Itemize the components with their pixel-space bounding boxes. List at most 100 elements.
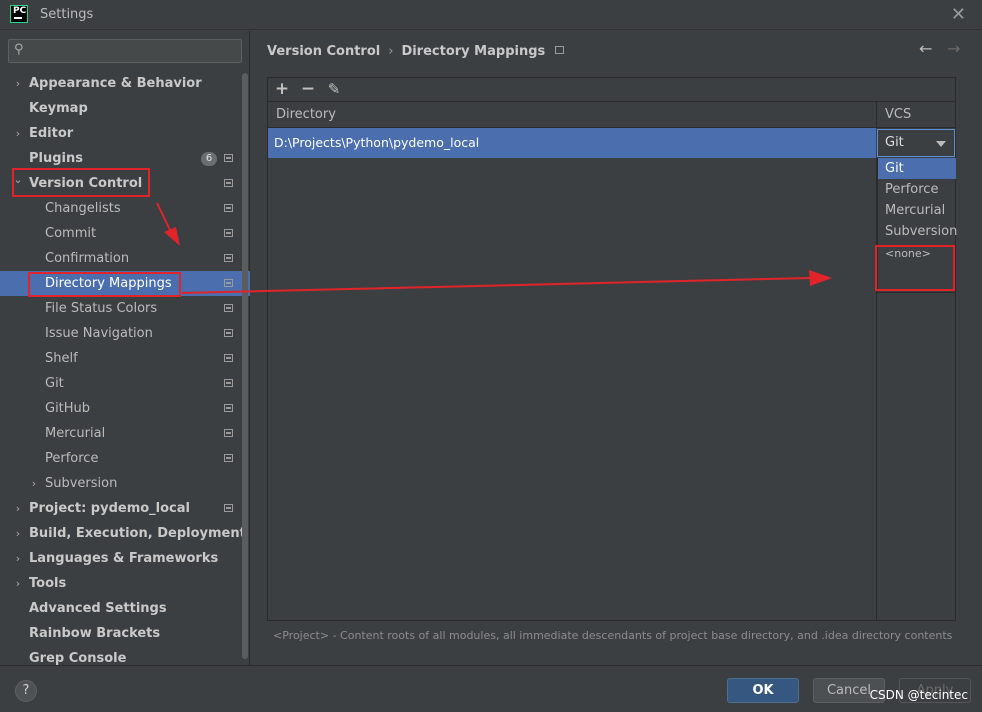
project-level-icon: [224, 404, 233, 412]
sidebar-item-build-execution-deployment[interactable]: › Build, Execution, Deployment: [0, 521, 246, 546]
sidebar-item-commit[interactable]: Commit: [0, 221, 240, 246]
chevron-down-icon[interactable]: [936, 141, 946, 147]
breadcrumb: Version Control › Directory Mappings: [267, 44, 565, 59]
search-box[interactable]: ⚲: [8, 39, 242, 63]
edit-mapping-button[interactable]: ✎: [324, 79, 344, 99]
sidebar-item-editor[interactable]: › Editor: [0, 121, 240, 146]
breadcrumb-separator: ›: [388, 44, 394, 59]
settings-window: PC Settings ✕ ⚲ › Appearance & Behavior Ke…: [0, 0, 982, 712]
table-header: Directory VCS: [268, 102, 955, 128]
main-panel: Version Control › Directory Mappings ← → +…: [251, 31, 982, 665]
watermark-text: CSDN @tecintec: [869, 688, 968, 702]
chevron-down-icon[interactable]: ⌄: [12, 167, 24, 192]
sidebar-item-label: GitHub: [45, 401, 91, 416]
project-level-icon: [224, 254, 233, 262]
chevron-right-icon[interactable]: ›: [12, 71, 24, 96]
hint-text: <Project> - Content roots of all modules…: [273, 629, 953, 642]
sidebar-item-appearance-behavior[interactable]: › Appearance & Behavior: [0, 71, 240, 96]
sidebar-item-issue-navigation[interactable]: Issue Navigation: [0, 321, 240, 346]
chevron-right-icon[interactable]: ›: [12, 546, 24, 571]
chevron-right-icon[interactable]: ›: [12, 121, 24, 146]
chevron-right-icon[interactable]: ›: [12, 521, 24, 546]
sidebar-item-label: Tools: [29, 576, 67, 591]
sidebar-item-directory-mappings[interactable]: Directory Mappings: [0, 271, 250, 296]
search-icon: ⚲: [14, 42, 24, 57]
forward-arrow-icon[interactable]: →: [947, 39, 960, 58]
remove-mapping-button[interactable]: −: [298, 79, 318, 99]
sidebar-item-label: Build, Execution, Deployment: [29, 526, 246, 541]
sidebar-item-label: Rainbow Brackets: [29, 626, 161, 641]
sidebar-item-label: File Status Colors: [45, 301, 158, 316]
sidebar-item-keymap[interactable]: Keymap: [0, 96, 240, 121]
sidebar-item-changelists[interactable]: Changelists: [0, 196, 240, 221]
sidebar-item-mercurial[interactable]: Mercurial: [0, 421, 240, 446]
sidebar-item-git[interactable]: Git: [0, 371, 240, 396]
sidebar-item-label: Version Control: [29, 176, 143, 191]
sidebar-item-advanced-settings[interactable]: Advanced Settings: [0, 596, 240, 621]
sidebar-item-confirmation[interactable]: Confirmation: [0, 246, 240, 271]
add-mapping-button[interactable]: +: [272, 79, 292, 99]
project-level-icon: [224, 429, 233, 437]
vcs-selected-value: Git: [885, 135, 904, 150]
vcs-option-perforce[interactable]: Perforce: [878, 179, 956, 200]
sidebar-item-label: Keymap: [29, 101, 88, 116]
mappings-toolbar: + − ✎: [268, 78, 955, 102]
sidebar-item-rainbow-brackets[interactable]: Rainbow Brackets: [0, 621, 240, 646]
title-bar: PC Settings ✕: [0, 0, 982, 30]
sidebar-item-label: Subversion: [45, 476, 118, 491]
chevron-right-icon[interactable]: ›: [12, 496, 24, 521]
sidebar-item-label: Issue Navigation: [45, 326, 153, 341]
vcs-option-mercurial[interactable]: Mercurial: [878, 200, 956, 221]
sidebar-item-subversion[interactable]: › Subversion: [0, 471, 240, 496]
sidebar-item-label: Confirmation: [45, 251, 130, 266]
sidebar-item-label: Commit: [45, 226, 97, 241]
search-input[interactable]: [33, 42, 233, 60]
sidebar-item-file-status-colors[interactable]: File Status Colors: [0, 296, 240, 321]
breadcrumb-current: Directory Mappings: [401, 44, 546, 59]
sidebar-item-project-pydemo-local[interactable]: › Project: pydemo_local: [0, 496, 240, 521]
close-icon[interactable]: ✕: [951, 4, 966, 25]
sidebar-item-label: Project: pydemo_local: [29, 501, 190, 516]
settings-sidebar: ⚲ › Appearance & Behavior Keymap › Editor Plu…: [0, 31, 250, 666]
sidebar-item-plugins[interactable]: Plugins 6: [0, 146, 240, 171]
project-level-icon: [224, 329, 233, 337]
table-row[interactable]: D:\Projects\Python\pydemo_local: [268, 128, 876, 158]
sidebar-item-github[interactable]: GitHub: [0, 396, 240, 421]
sidebar-item-version-control[interactable]: ⌄ Version Control: [0, 171, 240, 196]
sidebar-item-label: Editor: [29, 126, 74, 141]
mappings-panel: + − ✎ Directory VCS D:\Projects\Python\p…: [267, 77, 957, 621]
sidebar-item-label: Plugins: [29, 151, 83, 166]
vcs-combobox[interactable]: Git: [877, 129, 955, 157]
sidebar-item-label: Languages & Frameworks: [29, 551, 219, 566]
breadcrumb-parent[interactable]: Version Control: [267, 44, 380, 59]
plugin-updates-badge: 6: [201, 152, 217, 166]
sidebar-item-label: Changelists: [45, 201, 121, 216]
help-button[interactable]: ?: [15, 680, 37, 702]
sidebar-item-perforce[interactable]: Perforce: [0, 446, 240, 471]
sidebar-scrollbar[interactable]: [242, 73, 248, 659]
sidebar-item-label: Shelf: [45, 351, 78, 366]
chevron-right-icon[interactable]: ›: [12, 571, 24, 596]
sidebar-item-tools[interactable]: › Tools: [0, 571, 240, 596]
column-header-directory[interactable]: Directory: [268, 102, 877, 128]
project-level-icon: [224, 279, 233, 287]
sidebar-item-shelf[interactable]: Shelf: [0, 346, 240, 371]
project-level-icon: [224, 179, 233, 187]
project-level-icon: [224, 454, 233, 462]
back-arrow-icon[interactable]: ←: [919, 39, 932, 58]
settings-tree: › Appearance & Behavior Keymap › Editor Plugi…: [0, 71, 250, 671]
project-level-icon: [224, 379, 233, 387]
vcs-option-git[interactable]: Git: [878, 158, 956, 179]
ok-button[interactable]: OK: [727, 678, 799, 703]
sidebar-item-languages-frameworks[interactable]: › Languages & Frameworks: [0, 546, 240, 571]
sidebar-item-label: Appearance & Behavior: [29, 76, 202, 91]
sidebar-item-label: Mercurial: [45, 426, 106, 441]
chevron-right-icon[interactable]: ›: [28, 471, 40, 496]
project-level-icon: [224, 204, 233, 212]
vcs-option-subversion[interactable]: Subversion: [878, 221, 957, 242]
project-level-icon: [224, 354, 233, 362]
directory-cell: D:\Projects\Python\pydemo_local: [274, 135, 480, 150]
vcs-option-none[interactable]: <none>: [878, 243, 956, 264]
column-header-vcs[interactable]: VCS: [877, 102, 955, 128]
pycharm-logo-icon: PC: [10, 5, 28, 23]
